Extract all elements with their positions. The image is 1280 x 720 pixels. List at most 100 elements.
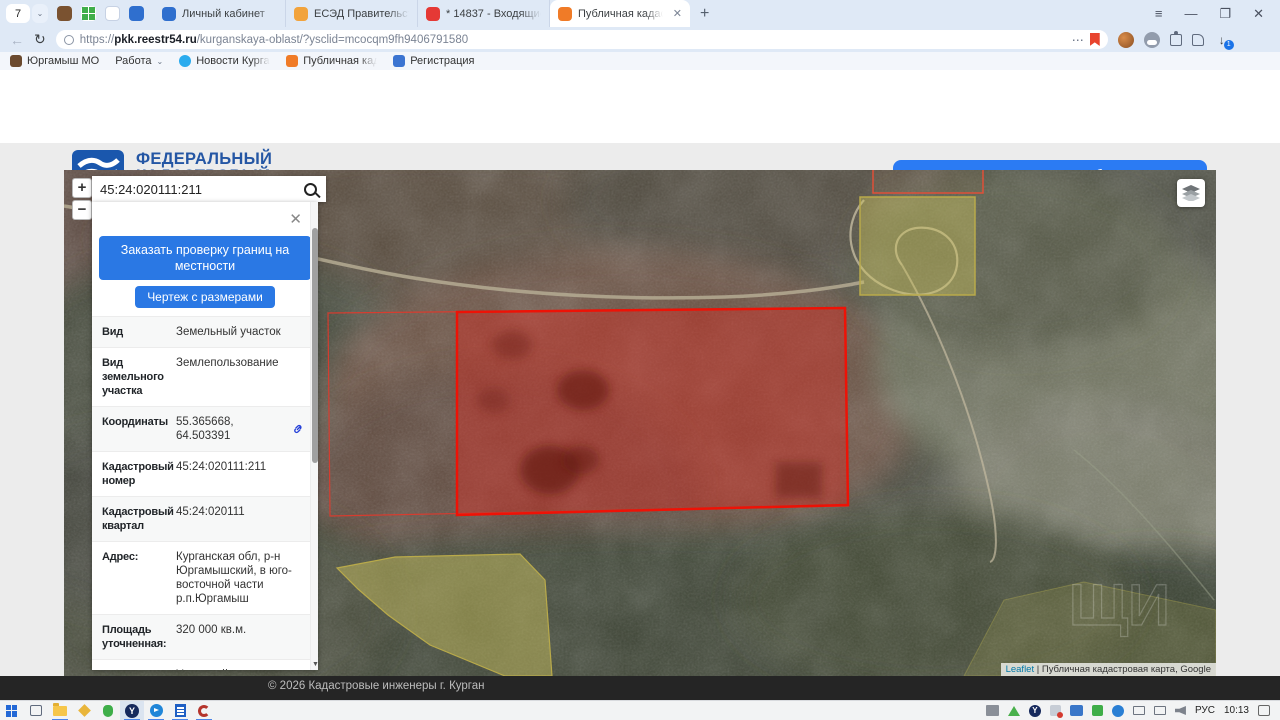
parcel-yellow-topright[interactable] [859, 196, 976, 296]
coordinates-link-icon[interactable] [292, 423, 304, 435]
map-layers-button[interactable] [1177, 179, 1205, 207]
cadastral-search-box [92, 176, 326, 202]
tab-cadastral-map-active[interactable]: Публичная кадастров ✕ [550, 0, 690, 27]
tab-personal-cabinet[interactable]: Личный кабинет [154, 0, 286, 27]
parcel-outline-top[interactable] [872, 170, 984, 194]
yandex-tray-icon[interactable]: Y [1028, 704, 1041, 717]
media-player-icon[interactable] [144, 701, 168, 720]
security-tray-icon[interactable] [1091, 705, 1103, 716]
browser-toolbar: ← ↻ https://pkk.reestr54.ru/kurganskaya-… [0, 27, 1280, 52]
antivirus-shield-icon[interactable] [96, 701, 120, 720]
task-view-button[interactable] [24, 701, 48, 720]
document-app-icon[interactable] [105, 6, 120, 21]
search-input[interactable] [92, 181, 304, 197]
profile-avatar[interactable] [1117, 31, 1134, 48]
taskbar-apps: Y [0, 700, 216, 720]
panel-scrollbar[interactable]: ▼ [310, 202, 318, 670]
consultant-icon[interactable] [192, 701, 216, 720]
bookmark-favicon [286, 55, 299, 67]
row-area: Площадь уточненная: 320 000 кв.м. [92, 614, 310, 659]
url-text[interactable]: https://pkk.reestr54.ru/kurganskaya-obla… [80, 34, 1066, 46]
row-coordinates: Координаты 55.365668, 64.503391 [92, 406, 310, 451]
back-icon[interactable]: ← [10, 32, 24, 48]
row-status: Статус: Учтенный [92, 659, 310, 670]
downloads-icon[interactable]: ↓ 1 [1214, 33, 1234, 50]
close-icon[interactable]: ✕ [1253, 6, 1264, 22]
url-bar[interactable]: https://pkk.reestr54.ru/kurganskaya-obla… [55, 30, 1108, 49]
tab-favicon [558, 6, 572, 21]
notification-app-icon[interactable] [1049, 705, 1063, 718]
row-vid-uchastka: Вид земельного участка Землепользование [92, 347, 310, 406]
diamond-app-icon[interactable] [72, 701, 96, 720]
minimize-icon[interactable]: — [1184, 6, 1197, 21]
row-cadastral-number: Кадастровый номер 45:24:020111:211 [92, 451, 310, 496]
tab-counter-chevron-icon[interactable]: ⌄ [32, 4, 48, 23]
scrollbar-thumb[interactable] [312, 228, 318, 463]
usb-device-icon[interactable] [1132, 706, 1145, 715]
collections-icon[interactable] [1191, 33, 1204, 46]
mail-favicon [426, 6, 440, 21]
reload-icon[interactable]: ↻ [34, 31, 46, 48]
order-boundary-check-button[interactable]: Заказать проверку границ на местности [99, 236, 311, 280]
zoom-in-button[interactable]: + [72, 178, 92, 198]
drawing-with-dimensions-button[interactable]: Чертеж с размерами [135, 286, 275, 308]
download-badge: 1 [1223, 39, 1234, 50]
panel-close-icon[interactable]: ✕ [289, 210, 302, 228]
url-more-icon[interactable]: ⋯ [1072, 33, 1084, 47]
yandex-browser-icon[interactable]: Y [120, 700, 144, 720]
clock[interactable]: 10:13 [1224, 705, 1249, 716]
tabs: Личный кабинет ЕСЭД Правительства Кур * … [154, 0, 690, 27]
parcel-selected[interactable] [455, 306, 850, 517]
tab-esed[interactable]: ЕСЭД Правительства Кур [286, 0, 418, 27]
bookmark-cadastral[interactable]: Публичная кадас [286, 55, 377, 67]
file-explorer-icon[interactable] [48, 701, 72, 720]
volume-muted-icon[interactable] [1174, 706, 1186, 715]
copyright-text: © 2026 Кадастровые инженеры г. Курган [268, 680, 485, 692]
cloud-tray-icon[interactable] [1111, 704, 1124, 717]
zoom-out-button[interactable]: − [72, 200, 92, 220]
tab-title: * 14837 - Входящие — Янд [446, 7, 541, 20]
telegram-icon [179, 55, 192, 67]
pinned-app-icon[interactable] [57, 6, 72, 21]
network-icon[interactable] [1153, 706, 1166, 715]
bookmark-folder-work[interactable]: Работа ⌄ [115, 55, 163, 67]
map-container[interactable]: ЩИ + − ✕ Заказать проверку границ на мес… [64, 170, 1216, 676]
scroll-down-icon[interactable]: ▼ [312, 661, 318, 668]
bookmark-news[interactable]: Новости Кургана [179, 55, 270, 67]
word-document-icon[interactable] [168, 701, 192, 720]
bookmark-yurgamysh[interactable]: Юргамыш МО [10, 55, 99, 67]
start-button[interactable] [0, 701, 24, 720]
language-indicator[interactable]: РУС [1195, 705, 1215, 716]
tab-close-icon[interactable]: ✕ [669, 7, 682, 20]
table-icon [393, 55, 406, 67]
coordinates-value: 55.365668, 64.503391 [176, 416, 234, 442]
map-watermark: ЩИ [1069, 573, 1170, 638]
bookmark-registration[interactable]: Регистрация [393, 55, 475, 67]
browser-tab-bar: 7 ⌄ Личный кабинет ЕСЭД Правительства Ку… [0, 0, 1280, 27]
bookmark-flag-icon[interactable] [1089, 33, 1100, 46]
action-center-icon[interactable] [1258, 705, 1270, 716]
site-info-icon[interactable] [63, 34, 74, 45]
new-tab-button[interactable]: + [700, 5, 709, 23]
tab-favicon [294, 6, 308, 21]
row-address: Адрес: Курганская обл, р-н Юргамышский, … [92, 541, 310, 614]
search-icon[interactable] [304, 182, 317, 196]
alice-assistant-icon[interactable] [1143, 31, 1160, 48]
menu-icon[interactable]: ≡ [1155, 6, 1163, 21]
extensions-icon[interactable] [1169, 30, 1182, 46]
site-footer: © 2026 Кадастровые инженеры г. Курган [0, 676, 1280, 700]
window-controls: ≡ — ❐ ✕ [1155, 6, 1280, 22]
grid-app-icon[interactable] [81, 6, 96, 21]
site-header: ФЕДЕРАЛЬНЫЙ КАДАСТРОВЫЙ ЦЕНТР Стоимость … [0, 70, 1280, 202]
tab-mail-inbox[interactable]: * 14837 - Входящие — Янд [418, 0, 550, 27]
bookmarks-bar: Юргамыш МО Работа⌄ Новости Кургана Публи… [0, 52, 1280, 70]
row-vid: Вид Земельный участок [92, 316, 310, 347]
restore-icon[interactable]: ❐ [1219, 6, 1231, 22]
tab-title: ЕСЭД Правительства Кур [314, 7, 409, 20]
blue-app-icon[interactable] [129, 6, 144, 21]
remote-access-icon[interactable] [1069, 705, 1083, 716]
tab-counter[interactable]: 7 [6, 4, 30, 23]
printer-icon[interactable] [985, 705, 999, 716]
leaflet-link[interactable]: Leaflet [1006, 664, 1035, 675]
tray-expand-icon[interactable] [1007, 705, 1020, 716]
